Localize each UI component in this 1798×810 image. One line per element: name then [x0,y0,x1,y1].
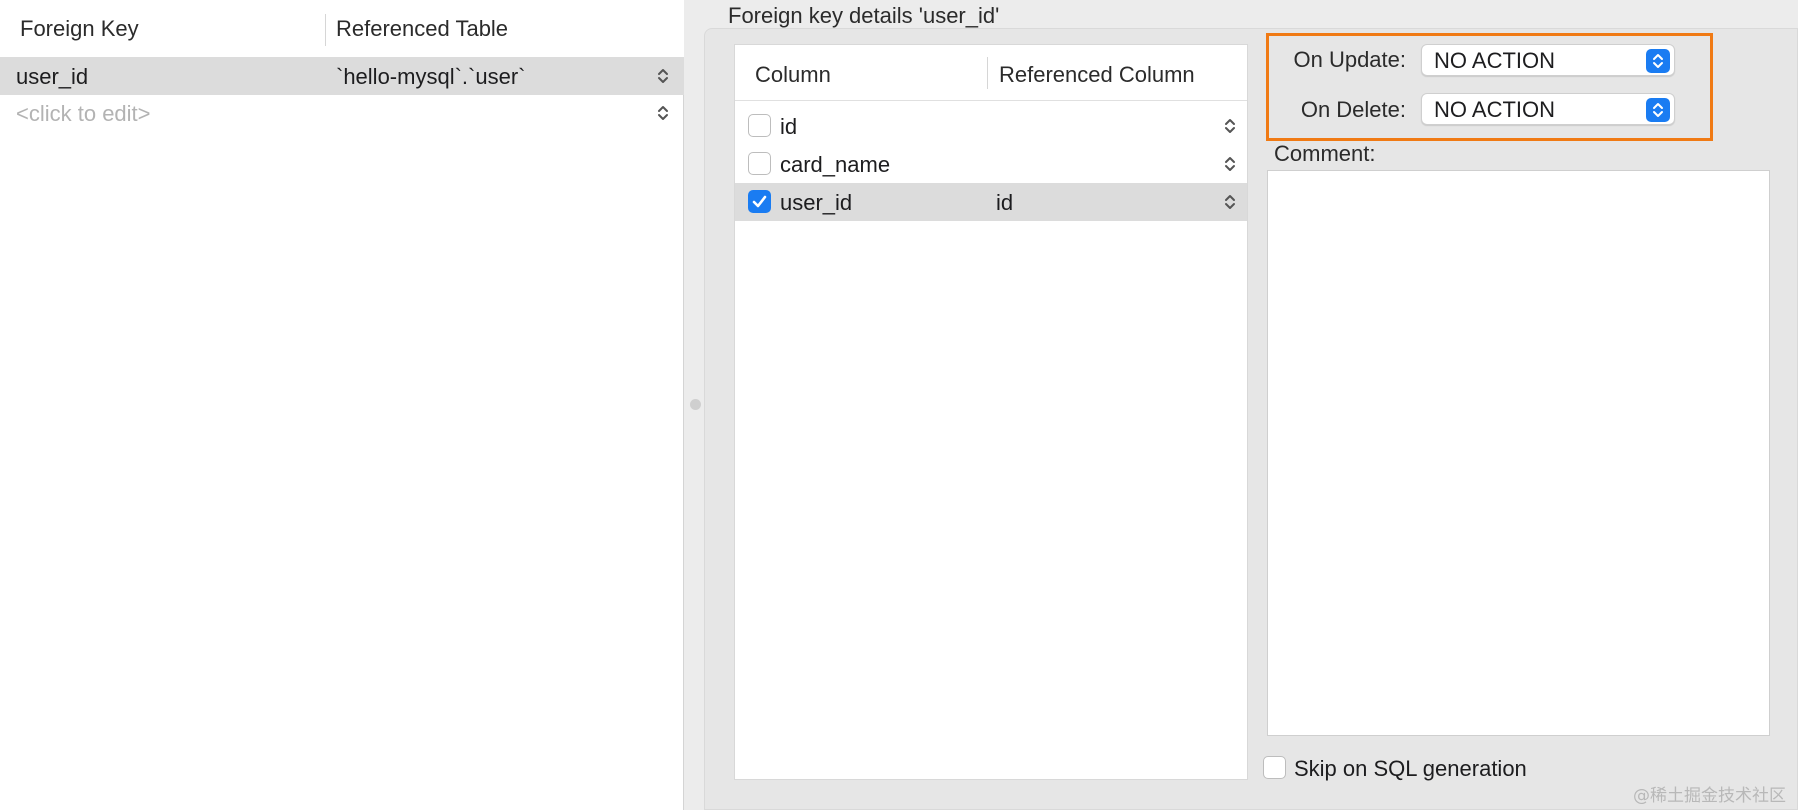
chevron-updown-icon[interactable] [1223,191,1237,213]
column-row[interactable]: id [735,107,1247,145]
on-delete-value: NO ACTION [1434,97,1556,122]
columns-table-header: Column Referenced Column [735,45,1247,101]
column-checkbox[interactable] [748,190,771,213]
columns-table: Column Referenced Column id card_name us… [734,44,1248,780]
on-update-value: NO ACTION [1434,48,1556,73]
chevron-updown-icon[interactable] [656,65,670,87]
foreign-key-name[interactable]: user_id [16,64,88,90]
column-checkbox[interactable] [748,152,771,175]
header-referenced-column[interactable]: Referenced Column [999,62,1195,88]
watermark: @稀土掘金技术社区 [1633,786,1786,806]
chevron-updown-icon[interactable] [656,102,670,124]
click-to-edit-placeholder[interactable]: <click to edit> [16,101,151,127]
column-name: user_id [780,190,853,215]
on-delete-select[interactable]: NO ACTION [1421,93,1675,125]
chevron-updown-icon[interactable] [1223,153,1237,175]
foreign-keys-header: Foreign Key Referenced Table [0,0,684,58]
skip-sql-generation-option[interactable]: Skip on SQL generation [1263,754,1563,784]
skip-sql-generation-checkbox[interactable] [1263,756,1286,779]
on-update-label: On Update: [1293,47,1406,72]
splitter-handle[interactable] [690,399,701,410]
header-separator[interactable] [987,57,988,89]
header-column[interactable]: Column [755,62,831,88]
select-arrows-icon [1646,98,1670,122]
header-foreign-key[interactable]: Foreign Key [20,16,139,42]
new-foreign-key-row[interactable]: <click to edit> [0,94,684,132]
comment-textarea[interactable] [1267,170,1770,736]
checkmark-icon [752,195,767,208]
details-title: Foreign key details 'user_id' [728,3,1000,28]
header-referenced-table[interactable]: Referenced Table [336,16,508,42]
select-arrows-icon [1646,49,1670,73]
column-row[interactable]: card_name [735,145,1247,183]
column-name: card_name [780,152,891,177]
foreign-key-row[interactable]: user_id `hello-mysql`.`user` [0,57,684,95]
skip-sql-generation-label[interactable]: Skip on SQL generation [1294,756,1527,782]
on-update-select[interactable]: NO ACTION [1421,44,1675,76]
foreign-keys-panel: Foreign Key Referenced Table user_id `he… [0,0,684,810]
referenced-column-value[interactable]: id [996,190,1013,216]
on-delete-label: On Delete: [1300,97,1406,122]
header-separator[interactable] [325,14,326,46]
column-row[interactable]: user_id id [735,183,1247,221]
referenced-table-value[interactable]: `hello-mysql`.`user` [336,64,525,90]
chevron-updown-icon[interactable] [1223,115,1237,137]
comment-label: Comment: [1274,141,1376,166]
column-checkbox[interactable] [748,114,771,137]
column-name: id [780,114,798,139]
